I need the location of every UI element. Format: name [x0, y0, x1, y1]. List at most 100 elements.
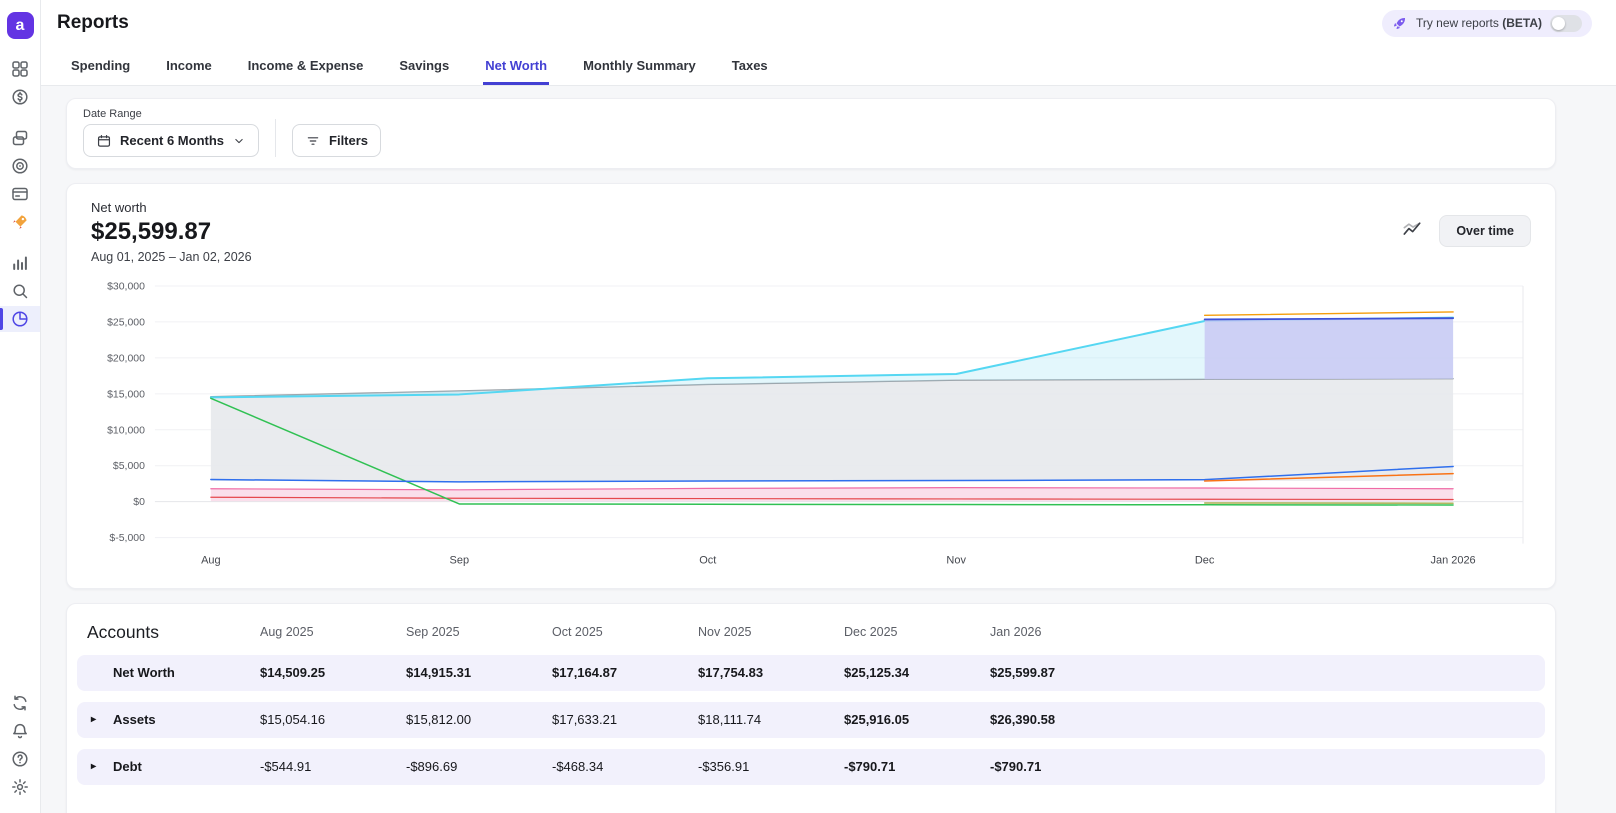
tab-net-worth[interactable]: Net Worth — [483, 46, 550, 85]
table-row-net-worth[interactable]: Net Worth $14,509.25 $14,915.31 $17,164.… — [77, 654, 1545, 691]
net-worth-amount: $25,599.87 — [91, 218, 212, 245]
date-range-value: Recent 6 Months — [120, 133, 225, 148]
sidebar-item-goals[interactable] — [0, 209, 40, 235]
net-worth-oct: $17,164.87 — [552, 665, 618, 681]
transactions-icon — [10, 87, 30, 107]
beta-toggle[interactable] — [1550, 14, 1582, 32]
beta-pill: Try new reports (BETA) — [1381, 9, 1592, 37]
calendar-icon — [96, 133, 112, 149]
rocket-icon — [1392, 15, 1408, 31]
chart-style-button[interactable] — [1397, 214, 1427, 247]
tab-savings[interactable]: Savings — [397, 46, 451, 85]
svg-text:$-5,000: $-5,000 — [109, 533, 145, 544]
filters-button[interactable]: Filters — [292, 124, 382, 157]
app-logo[interactable]: a — [6, 12, 34, 39]
investments-icon — [10, 253, 30, 273]
divider — [275, 119, 277, 157]
net-worth-sep: $14,915.31 — [406, 665, 472, 681]
sidebar-item-reports[interactable] — [0, 306, 40, 332]
svg-text:$5,000: $5,000 — [113, 461, 145, 472]
net-worth-nov: $17,754.83 — [698, 665, 764, 681]
sidebar-item-accounts[interactable] — [0, 125, 40, 151]
svg-text:$30,000: $30,000 — [107, 281, 145, 292]
expand-icon[interactable]: ▸ — [91, 761, 96, 772]
column-header-jan: Jan 2026 — [990, 625, 1042, 640]
net-worth-chart[interactable]: $30,000 $25,000 $20,000 $15,000 $10,000 $5,00… — [91, 274, 1531, 574]
date-range-group: Date Range Recent 6 Months — [83, 108, 260, 157]
sidebar-item-spending-plan[interactable] — [0, 153, 40, 179]
debt-oct: -$468.34 — [552, 759, 604, 775]
bills-icon — [10, 184, 30, 204]
date-range-label: Date Range — [83, 108, 142, 120]
tab-monthly-summary[interactable]: Monthly Summary — [581, 46, 698, 85]
net-worth-jan: $25,599.87 — [990, 665, 1056, 681]
svg-text:$15,000: $15,000 — [107, 389, 145, 400]
app-logo-letter: a — [15, 16, 25, 34]
filter-bar: Date Range Recent 6 Months Filters — [66, 98, 1556, 169]
toggle-knob — [1552, 16, 1565, 30]
page-title: Reports — [57, 12, 129, 33]
sidebar-item-bills[interactable] — [0, 181, 40, 207]
svg-text:$25,000: $25,000 — [107, 317, 145, 328]
goals-icon — [10, 212, 30, 232]
row-label: Assets — [113, 712, 156, 728]
svg-text:$20,000: $20,000 — [107, 353, 145, 364]
notifications-icon — [10, 721, 30, 741]
sidebar-item-help[interactable] — [0, 746, 40, 772]
svg-text:$0: $0 — [133, 497, 145, 508]
svg-text:Sep: Sep — [450, 555, 470, 567]
accounts-table-header: Accounts Aug 2025 Sep 2025 Oct 2025 Nov … — [77, 614, 1545, 655]
debt-dec: -$790.71 — [844, 759, 896, 775]
net-worth-aug: $14,509.25 — [260, 665, 326, 681]
content: Date Range Recent 6 Months Filters Net w… — [41, 86, 1616, 813]
tab-income-expense[interactable]: Income & Expense — [246, 46, 366, 85]
sidebar-bottom-nav — [0, 689, 40, 801]
tab-income[interactable]: Income — [164, 46, 214, 85]
expand-icon[interactable]: ▸ — [91, 714, 96, 725]
main-area: Reports Try new reports (BETA) Spending … — [41, 0, 1616, 813]
row-label: Net Worth — [113, 665, 175, 681]
sidebar-item-investments[interactable] — [0, 250, 40, 276]
net-worth-dec: $25,125.34 — [844, 665, 910, 681]
date-range-select[interactable]: Recent 6 Months — [83, 124, 260, 157]
spending-plan-icon — [10, 156, 30, 176]
svg-text:$10,000: $10,000 — [107, 425, 145, 436]
sidebar-item-notifications[interactable] — [0, 718, 40, 744]
line-chart-icon — [1401, 218, 1423, 243]
sidebar-item-search[interactable] — [0, 278, 40, 304]
assets-sep: $15,812.00 — [406, 712, 472, 728]
table-row-debt[interactable]: ▸ Debt -$544.91 -$896.69 -$468.34 -$356.… — [77, 748, 1545, 785]
tab-spending[interactable]: Spending — [69, 46, 132, 85]
tab-taxes[interactable]: Taxes — [730, 46, 770, 85]
reports-icon — [10, 309, 30, 329]
table-row-assets[interactable]: ▸ Assets $15,054.16 $15,812.00 $17,633.2… — [77, 701, 1545, 738]
search-icon — [10, 281, 30, 301]
debt-aug: -$544.91 — [260, 759, 312, 775]
chart-controls: Over time — [1397, 214, 1531, 247]
svg-text:Dec: Dec — [1195, 555, 1215, 567]
help-icon — [10, 749, 30, 769]
debt-nov: -$356.91 — [698, 759, 750, 775]
sidebar-item-sync[interactable] — [0, 690, 40, 716]
sidebar-item-dashboard[interactable] — [0, 56, 40, 82]
accounts-card: Accounts Aug 2025 Sep 2025 Oct 2025 Nov … — [66, 602, 1556, 813]
over-time-button[interactable]: Over time — [1439, 214, 1531, 247]
sidebar-item-settings[interactable] — [0, 774, 40, 800]
svg-text:Oct: Oct — [699, 555, 716, 567]
net-worth-label: Net worth — [91, 200, 147, 215]
assets-nov: $18,111.74 — [698, 712, 762, 728]
chart-header: Net worth $25,599.87 Aug 01, 2025 – Jan … — [91, 200, 1531, 264]
accounts-title: Accounts — [87, 621, 159, 642]
column-header-oct: Oct 2025 — [552, 625, 603, 640]
debt-sep: -$896.69 — [406, 759, 458, 775]
app-root: a Reports Try new reports (BETA) Spendin… — [0, 0, 1616, 813]
dashboard-icon — [10, 59, 30, 79]
assets-oct: $17,633.21 — [552, 712, 618, 728]
beta-text: Try new reports — [1415, 16, 1499, 30]
topbar: Reports Try new reports (BETA) — [41, 0, 1616, 46]
assets-aug: $15,054.16 — [260, 712, 326, 728]
assets-jan: $26,390.58 — [990, 712, 1056, 728]
sidebar-item-transactions[interactable] — [0, 84, 40, 110]
beta-label: Try new reports (BETA) — [1416, 16, 1542, 30]
debt-jan: -$790.71 — [990, 759, 1042, 775]
